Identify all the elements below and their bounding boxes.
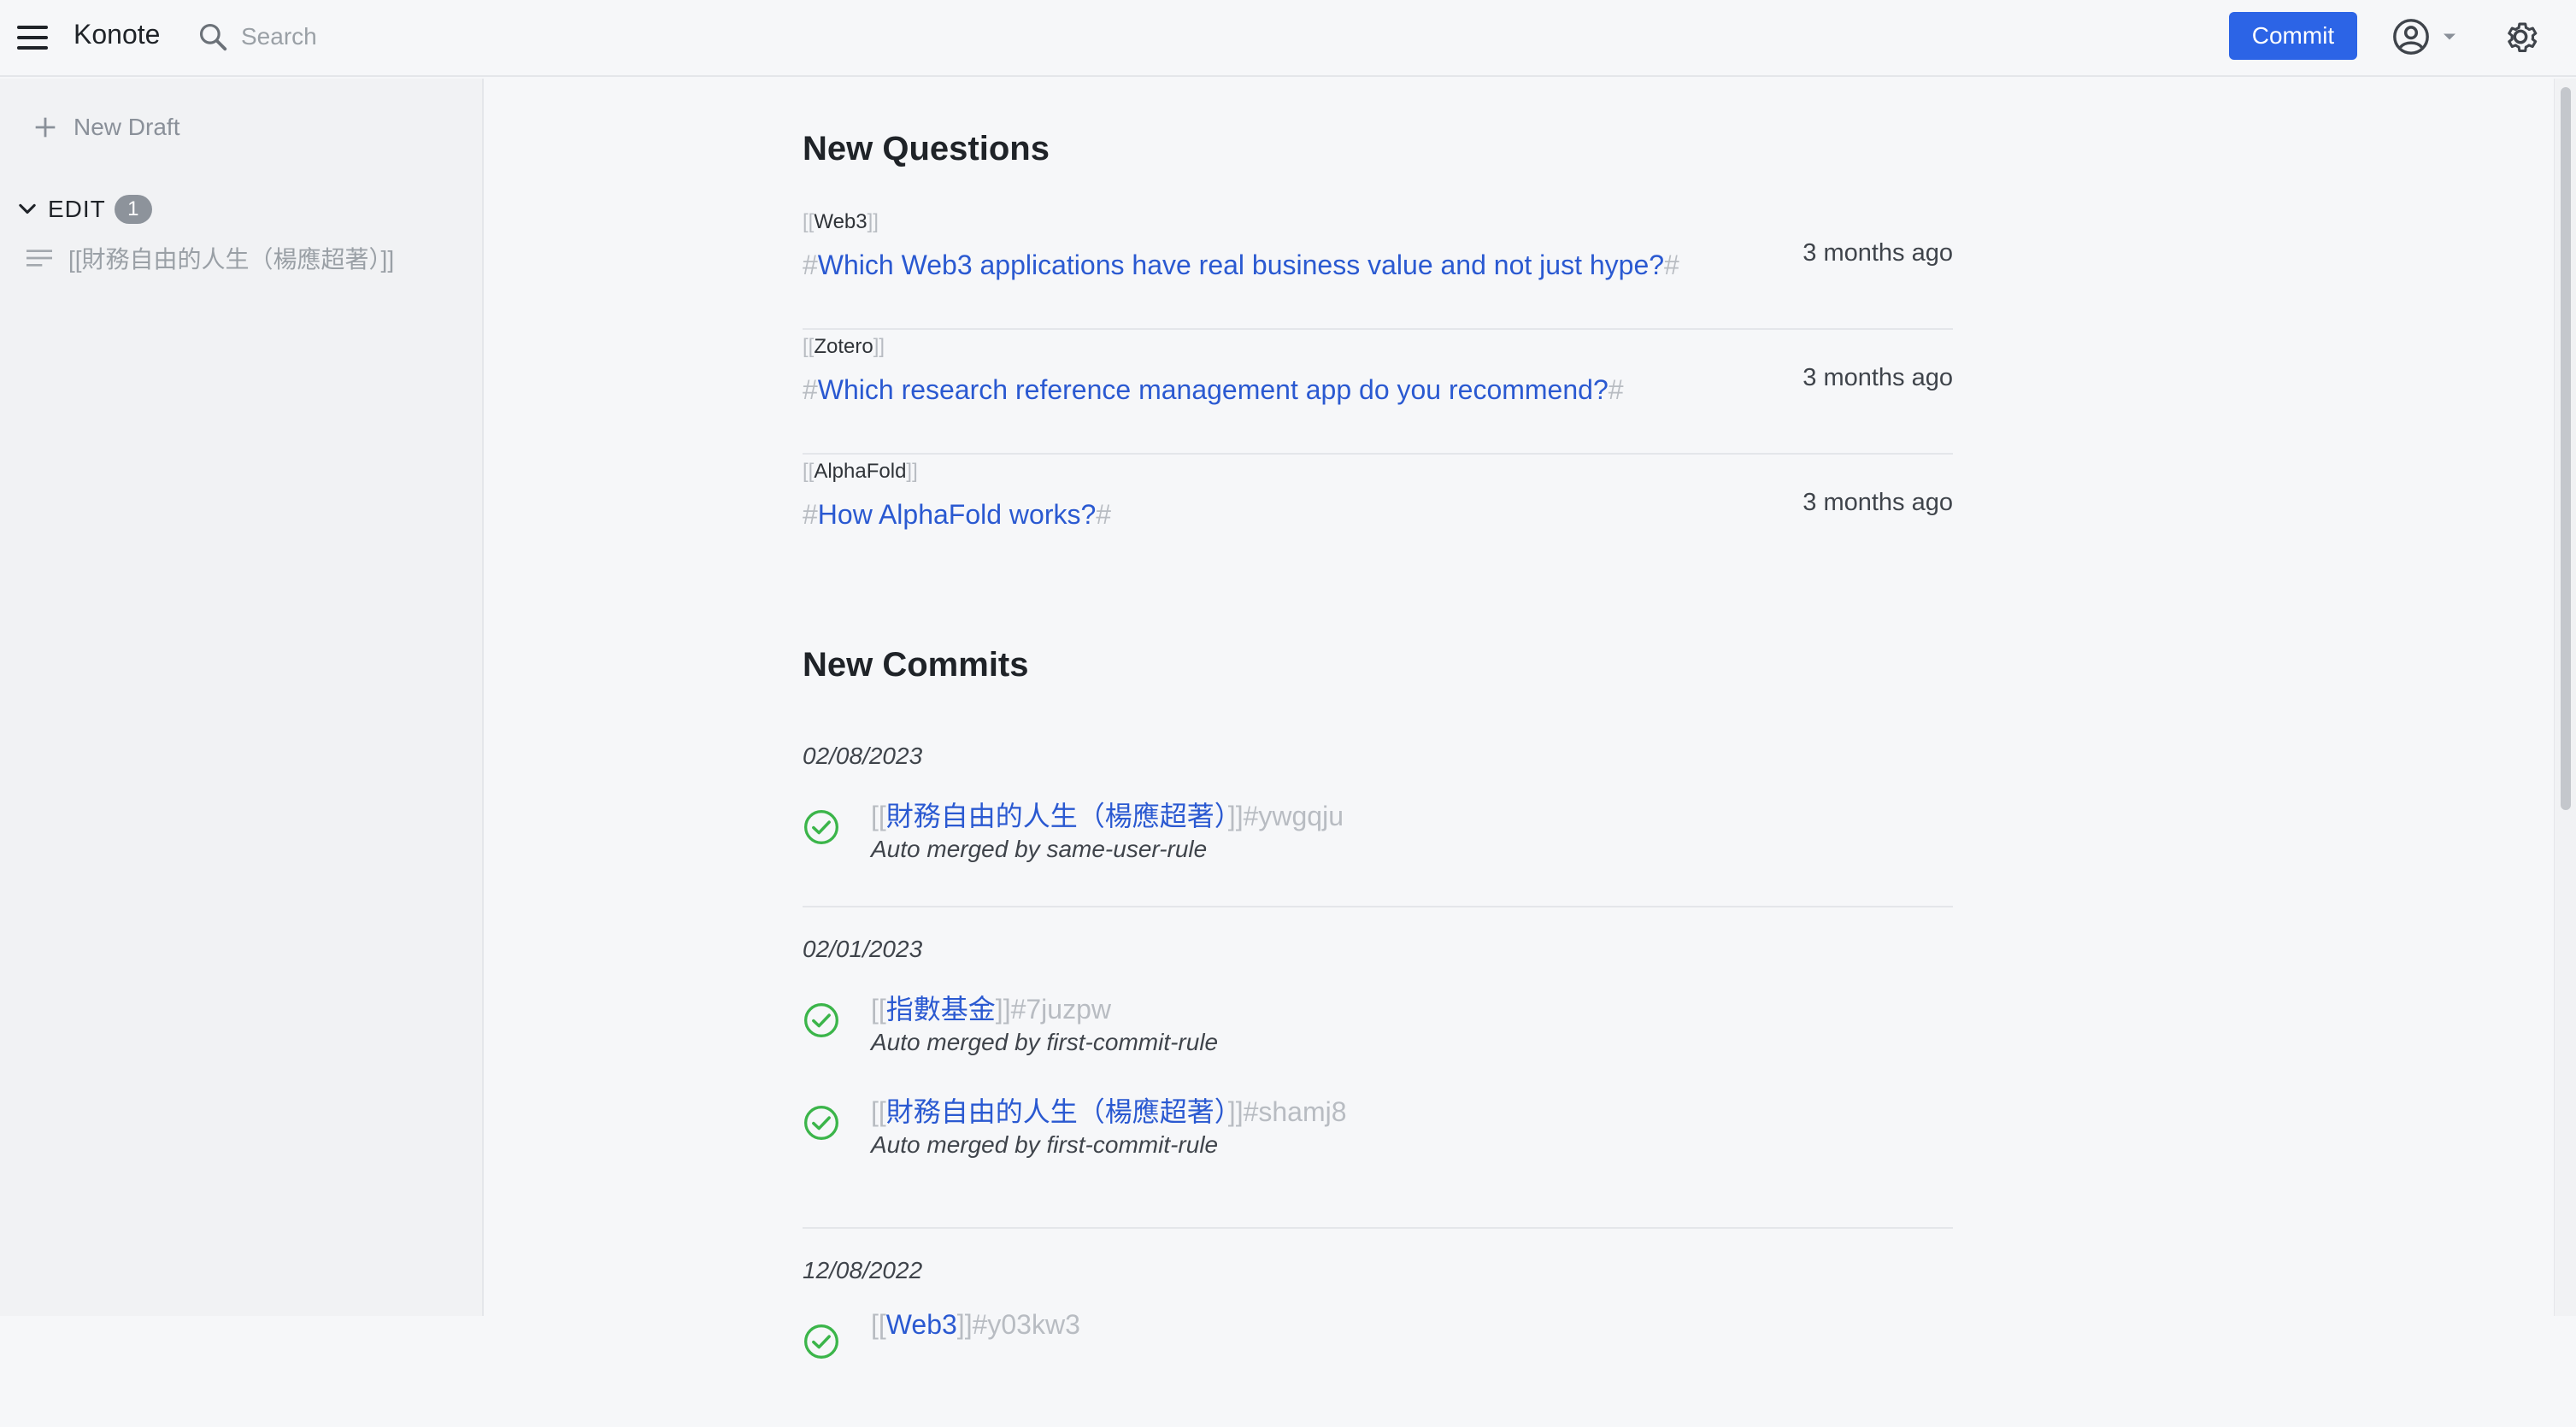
commit-date: 02/01/2023 <box>803 936 923 962</box>
check-circle-icon <box>804 1003 838 1037</box>
main-content: New Questions [[Web3]] #Which Web3 appli… <box>485 79 2554 1359</box>
main-scrollbar[interactable] <box>2554 79 2576 1316</box>
commit-id[interactable]: #y03kw3 <box>973 1309 1080 1340</box>
edit-count-badge: 1 <box>114 195 152 224</box>
question-item: [[Web3]] #Which Web3 applications have r… <box>803 205 1953 330</box>
new-questions-heading: New Questions <box>803 130 1050 167</box>
caret-down-icon <box>2444 33 2455 40</box>
commit-date: 02/08/2023 <box>803 743 923 769</box>
edit-group-toggle[interactable]: EDIT 1 <box>15 195 152 224</box>
commit-group: 12/08/2022 [[Web3]]#y03kw3 <box>803 1256 1953 1427</box>
question-text[interactable]: How AlphaFold works? <box>818 499 1096 530</box>
commit-group: 02/08/2023 [[財務自由的人生（楊應超著）]]#ywgqju Auto… <box>803 742 1953 907</box>
account-menu[interactable] <box>2391 17 2461 56</box>
commit-date: 12/08/2022 <box>803 1257 923 1283</box>
commit-rule: Auto merged by same-user-rule <box>871 836 1208 862</box>
chevron-down-icon <box>19 203 36 214</box>
question-link[interactable]: #Which research reference management app… <box>803 374 1624 406</box>
question-item: [[Zotero]] #Which research reference man… <box>803 330 1953 455</box>
question-text[interactable]: Which Web3 applications have real busine… <box>818 250 1664 280</box>
commit-id[interactable]: #7juzpw <box>1011 994 1111 1025</box>
commit-item: [[Web3]]#y03kw3 <box>803 1301 1953 1403</box>
account-icon <box>2393 19 2429 55</box>
question-time: 3 months ago <box>1803 239 1953 267</box>
question-tag-label: Zotero <box>814 335 873 358</box>
check-circle-icon <box>804 1106 838 1140</box>
commit-note-link[interactable]: 財務自由的人生（楊應超著） <box>886 801 1228 831</box>
commit-rule: Auto merged by first-commit-rule <box>871 1131 1219 1158</box>
commit-rule: Auto merged by first-commit-rule <box>871 1029 1219 1055</box>
commit-list: 02/08/2023 [[財務自由的人生（楊應超著）]]#ywgqju Auto… <box>803 742 1953 1427</box>
question-tag[interactable]: [[Web3]] <box>803 210 879 234</box>
check-circle-icon <box>804 810 838 844</box>
commit-title: [[指數基金]]#7juzpw <box>871 994 1111 1025</box>
commit-title: [[財務自由的人生（楊應超著）]]#ywgqju <box>871 801 1344 831</box>
search-input[interactable] <box>241 23 583 50</box>
commit-title: [[財務自由的人生（楊應超著）]]#shamj8 <box>871 1096 1347 1127</box>
question-time: 3 months ago <box>1803 489 1953 516</box>
new-draft-button[interactable]: New Draft <box>31 113 179 142</box>
app-title[interactable]: Konote <box>74 19 160 50</box>
commit-group: 02/01/2023 [[指數基金]]#7juzpw Auto merged b… <box>803 935 1953 1229</box>
draft-item-label: [[財務自由的人生（楊應超著）]] <box>68 246 395 273</box>
scrollbar-thumb[interactable] <box>2561 87 2571 810</box>
commit-id[interactable]: #shamj8 <box>1244 1096 1347 1127</box>
question-tag[interactable]: [[Zotero]] <box>803 335 885 359</box>
question-link[interactable]: #How AlphaFold works?# <box>803 499 1111 531</box>
commit-note-link[interactable]: Web3 <box>886 1309 957 1340</box>
commit-title: [[Web3]]#y03kw3 <box>871 1309 1080 1340</box>
question-tag[interactable]: [[AlphaFold]] <box>803 460 918 484</box>
question-text[interactable]: Which research reference management app … <box>818 374 1609 405</box>
new-draft-label: New Draft <box>74 114 180 140</box>
commit-id[interactable]: #ywgqju <box>1244 801 1344 831</box>
question-tag-label: AlphaFold <box>814 460 907 483</box>
commit-item: [[財務自由的人生（楊應超著）]]#ywgqju Auto merged by … <box>803 786 1953 889</box>
commit-note-link[interactable]: 財務自由的人生（楊應超著） <box>886 1096 1228 1127</box>
notes-icon <box>26 250 52 267</box>
question-list: [[Web3]] #Which Web3 applications have r… <box>803 205 1953 579</box>
menu-icon[interactable] <box>15 21 50 55</box>
edit-group-label: EDIT <box>48 196 106 222</box>
settings-button[interactable] <box>2501 17 2540 61</box>
question-item: [[AlphaFold]] #How AlphaFold works?# 3 m… <box>803 455 1953 579</box>
check-circle-icon <box>804 1324 838 1359</box>
new-commits-heading: New Commits <box>803 646 1029 684</box>
draft-item[interactable]: [[財務自由的人生（楊應超著）]] <box>22 241 394 275</box>
question-time: 3 months ago <box>1803 364 1953 391</box>
question-link[interactable]: #Which Web3 applications have real busin… <box>803 250 1679 281</box>
commit-note-link[interactable]: 指數基金 <box>886 994 996 1025</box>
gear-icon <box>2508 22 2538 53</box>
commit-item: [[指數基金]]#7juzpw Auto merged by first-com… <box>803 979 1953 1082</box>
commit-item: [[財務自由的人生（楊應超著）]]#shamj8 Auto merged by … <box>803 1082 1953 1184</box>
search-bar[interactable] <box>197 15 624 58</box>
plus-icon <box>35 117 56 138</box>
search-icon <box>199 23 227 51</box>
sidebar: New Draft EDIT 1 [[財務自由的人生（楊應超著）]] <box>0 79 484 1316</box>
question-tag-label: Web3 <box>814 210 867 233</box>
top-bar: Konote Commit <box>0 0 2576 77</box>
commit-button[interactable]: Commit <box>2229 12 2357 60</box>
